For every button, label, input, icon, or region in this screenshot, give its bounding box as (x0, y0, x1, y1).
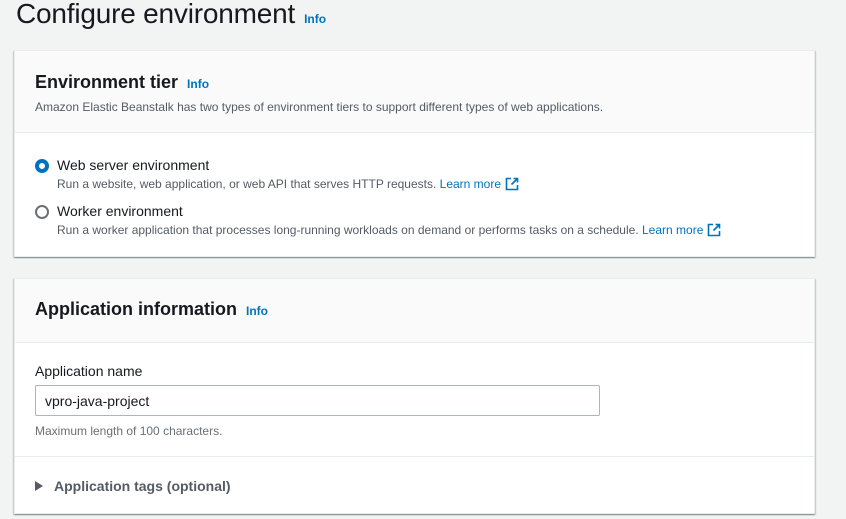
web-server-label: Web server environment (57, 157, 210, 173)
configure-environment-page: Configure environment Info Environment t… (0, 0, 846, 519)
worker-label: Worker environment (57, 203, 183, 219)
application-tags-label: Application tags (optional) (54, 478, 231, 494)
worker-radio[interactable] (35, 205, 49, 219)
environment-tier-description: Amazon Elastic Beanstalk has two types o… (35, 100, 604, 114)
application-name-hint: Maximum length of 100 characters. (35, 424, 223, 438)
web-server-description-text: Run a website, web application, or web A… (57, 177, 437, 191)
worker-learn-more-link[interactable]: Learn more (642, 223, 703, 237)
worker-description-text: Run a worker application that processes … (57, 223, 639, 237)
application-name-input[interactable] (35, 385, 600, 416)
environment-tier-panel: Environment tier Info Amazon Elastic Bea… (14, 50, 815, 257)
environment-tier-info-link[interactable]: Info (187, 77, 209, 91)
environment-tier-header: Environment tier Info Amazon Elastic Bea… (15, 51, 814, 133)
page-title: Configure environment (16, 0, 296, 29)
application-tags-expander[interactable]: Application tags (optional) (35, 478, 231, 494)
worker-option[interactable]: Worker environment Run a worker applicat… (35, 202, 721, 240)
web-server-learn-more-link[interactable]: Learn more (440, 177, 501, 191)
web-server-radio[interactable] (35, 159, 49, 173)
section-divider (15, 456, 814, 457)
application-information-info-link[interactable]: Info (246, 304, 268, 318)
external-link-icon[interactable] (707, 223, 721, 240)
external-link-icon[interactable] (505, 177, 519, 194)
application-information-header: Application information Info (15, 279, 814, 343)
web-server-option[interactable]: Web server environment Run a website, we… (35, 156, 519, 194)
worker-description: Run a worker application that processes … (57, 223, 721, 240)
page-info-link[interactable]: Info (304, 12, 326, 26)
web-server-description: Run a website, web application, or web A… (57, 177, 519, 194)
environment-tier-title: Environment tier (35, 72, 179, 92)
application-information-panel: Application information Info Application… (14, 278, 815, 514)
page-header: Configure environment Info (16, 0, 326, 28)
application-information-title: Application information (35, 299, 237, 319)
caret-right-icon (35, 481, 43, 491)
application-name-label: Application name (35, 363, 143, 379)
